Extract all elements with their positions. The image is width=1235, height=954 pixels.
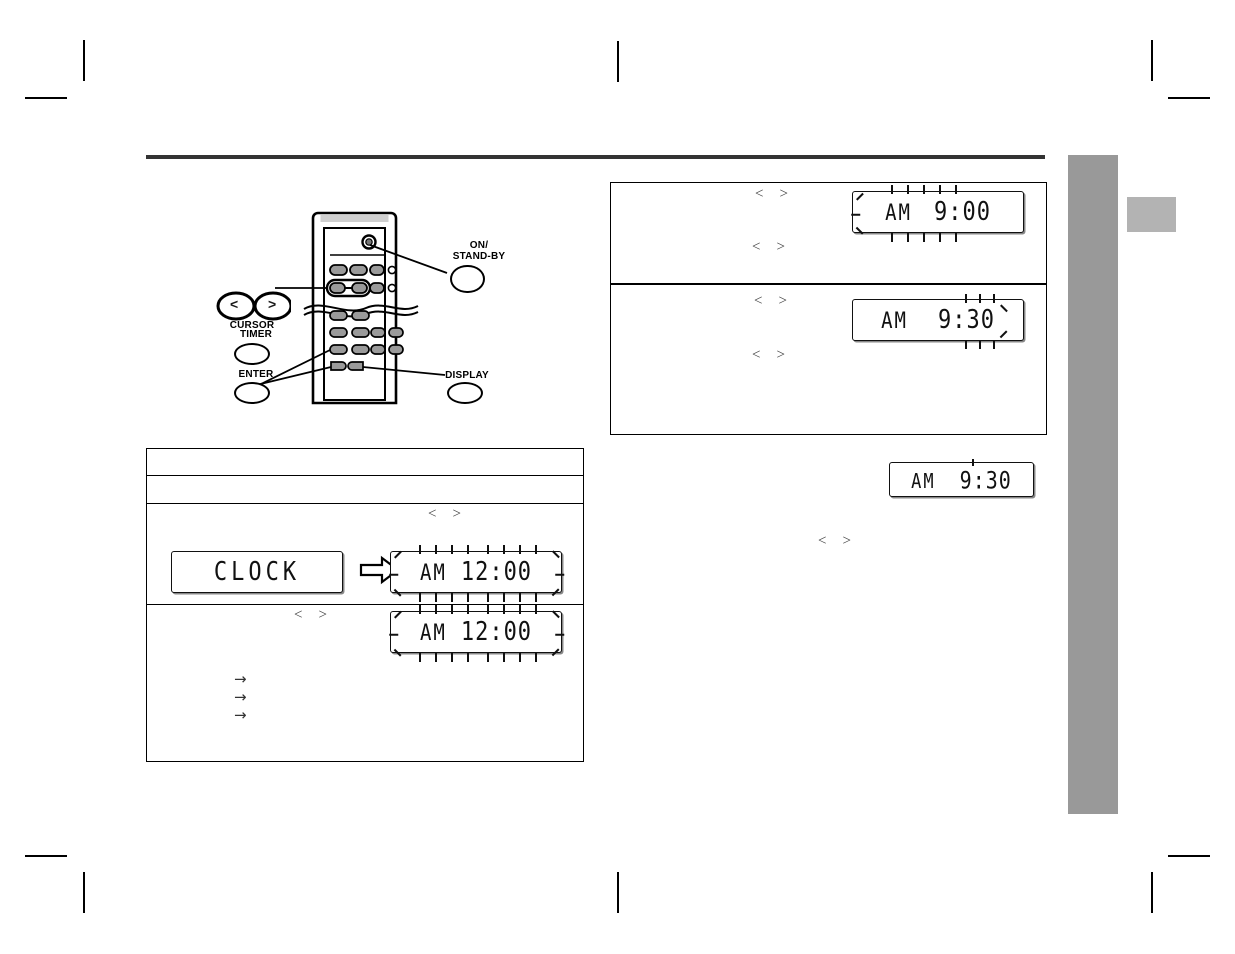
remote-button-r4c3: [370, 327, 386, 338]
remote-button-r5c4: [388, 344, 404, 355]
cursor-hint-right-glyph: >: [778, 293, 787, 309]
left-table-cursor-hint-2: < >: [294, 608, 327, 623]
right-panel-divider: [610, 283, 1047, 285]
remote-button-r2c3: [369, 282, 385, 294]
crop-mark-bottom-center-vertical: [617, 872, 619, 913]
remote-button-r4c2: [351, 327, 370, 338]
callout-label-enter: ENTER: [238, 369, 274, 380]
left-table-arrow-2: →: [234, 688, 247, 706]
cursor-hint-left-glyph: <: [428, 506, 437, 522]
callout-label-on-standby: ON/ STAND-BY: [452, 240, 506, 263]
remote-cursor-left-button: [329, 282, 346, 294]
side-tab-marker: [1127, 197, 1176, 232]
remote-button-r4c4: [388, 327, 404, 338]
crop-mark-top-right-horizontal: [1168, 97, 1210, 99]
cursor-left-label[interactable]: <: [230, 296, 238, 312]
right-panel-cursor-hint-1b: < >: [752, 240, 785, 255]
left-table-row-title: [154, 454, 574, 472]
remote-button-r3c2: [351, 310, 370, 321]
crop-mark-top-left-horizontal: [25, 97, 67, 99]
cursor-right-label[interactable]: >: [268, 296, 276, 312]
remote-button-r1c3: [369, 264, 385, 276]
lcd-time-1200-b: AM 12:00: [389, 605, 565, 662]
crop-mark-top-center-vertical: [617, 41, 619, 82]
left-table-cursor-hint-1: < >: [428, 507, 461, 522]
lcd-ampm-text: AM: [419, 619, 447, 646]
right-panel-cursor-hint-2a: < >: [754, 294, 787, 309]
right-panel-cursor-hint-2b: < >: [752, 348, 785, 363]
left-table-divider-2: [146, 503, 584, 504]
remote-button-r5c2: [351, 344, 370, 355]
remote-button-r3c1: [329, 310, 348, 321]
remote-led-r2: [387, 283, 397, 293]
left-table-row-subtitle: [154, 482, 574, 500]
remote-button-r1c1: [329, 264, 348, 276]
lcd-time-1200-a: AM 12:00: [389, 545, 565, 602]
lcd-ampm-text: AM: [419, 559, 447, 586]
lcd-time-930-final: AM 9:30: [889, 459, 1034, 497]
cursor-hint-left-glyph: <: [754, 293, 763, 309]
remote-button-r5c3: [370, 344, 386, 355]
lcd-clock-label-text: CLOCK: [213, 557, 301, 587]
lcd-ampm-text: AM: [881, 307, 908, 334]
remote-led-r1: [387, 265, 397, 275]
header-rule: [146, 155, 1045, 159]
lcd-time-text: 9:30: [959, 465, 1012, 494]
remote-button-r1c2: [349, 264, 368, 276]
side-tab-bar: [1068, 155, 1118, 814]
lcd-time-text: 9:00: [933, 197, 991, 227]
left-table-arrow-3: →: [234, 706, 247, 724]
left-table-arrow-1: →: [234, 670, 247, 688]
cursor-hint-left-glyph: <: [294, 607, 303, 623]
remote-cursor-right-button: [351, 282, 368, 294]
left-table-divider-3: [146, 604, 584, 605]
lcd-time-text: 12:00: [460, 617, 533, 647]
crop-mark-bottom-right-horizontal: [1168, 855, 1210, 857]
crop-mark-bottom-left-horizontal: [25, 855, 67, 857]
remote-body: [311, 211, 398, 405]
remote-top-cap: [320, 215, 389, 222]
lcd-clock-label: CLOCK: [171, 551, 343, 593]
lcd-time-text: 12:00: [460, 557, 533, 587]
callout-button-timer[interactable]: [234, 343, 270, 365]
cursor-hint-right-glyph: >: [452, 506, 461, 522]
crop-mark-bottom-left-vertical: [83, 872, 85, 913]
cursor-hint-left-glyph: <: [755, 186, 764, 202]
cursor-hint-right-glyph: >: [842, 533, 851, 549]
cursor-hint-right-glyph: >: [779, 186, 788, 202]
cursor-hint-right-glyph: >: [776, 347, 785, 363]
callout-button-enter[interactable]: [234, 382, 270, 404]
lcd-time-900: AM 9:00: [851, 185, 1024, 242]
cursor-hint-left-glyph: <: [752, 347, 761, 363]
lcd-ampm-text: AM: [885, 199, 912, 226]
callout-label-timer: TIMER: [239, 329, 273, 340]
left-table-divider-1: [146, 475, 584, 476]
remote-button-r4c1: [329, 327, 348, 338]
lcd-time-text: 9:30: [937, 305, 995, 335]
callout-button-on-standby[interactable]: [450, 265, 485, 293]
crop-mark-top-right-vertical: [1151, 40, 1153, 81]
standalone-cursor-hint: < >: [818, 534, 851, 549]
cursor-hint-left-glyph: <: [818, 533, 827, 549]
cursor-hint-right-glyph: >: [318, 607, 327, 623]
callout-label-display: DISPLAY: [445, 370, 489, 381]
lcd-time-930-panel: AM 9:30: [852, 294, 1024, 349]
callout-button-display[interactable]: [447, 382, 483, 404]
lcd-ampm-text: AM: [911, 469, 936, 494]
remote-power-button-core: [365, 238, 373, 246]
crop-mark-bottom-right-vertical: [1151, 872, 1153, 913]
remote-timer-button: [329, 344, 348, 355]
remote-display-button: [347, 361, 364, 371]
cursor-hint-right-glyph: >: [776, 239, 785, 255]
crop-mark-top-left-vertical: [83, 40, 85, 81]
remote-enter-button: [330, 361, 347, 371]
right-panel-cursor-hint-1a: < >: [755, 187, 788, 202]
cursor-hint-left-glyph: <: [752, 239, 761, 255]
